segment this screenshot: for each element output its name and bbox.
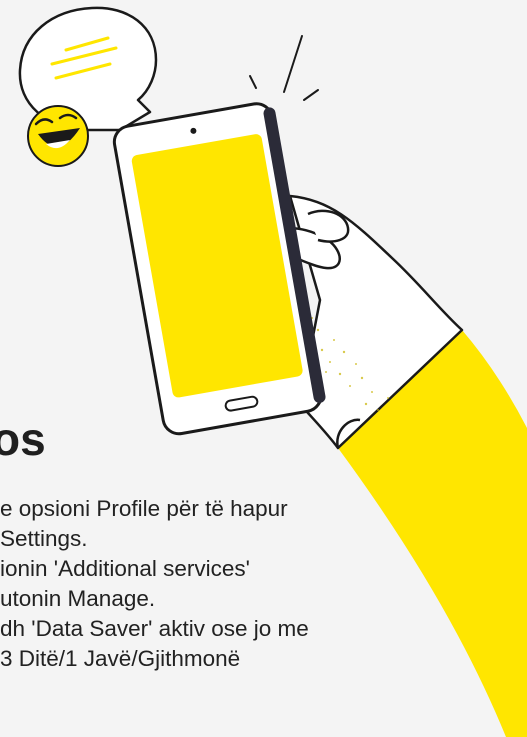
- instruction-list: e opsioni Profile për të hapur Settings.…: [0, 494, 420, 674]
- instruction-line: 3 Ditë/1 Javë/Gjithmonë: [0, 646, 241, 671]
- phone-icon: [112, 102, 326, 436]
- app-promo-screen: os e opsioni Profile për të hapur Settin…: [0, 0, 527, 737]
- instruction-line: utonin Manage.: [0, 586, 156, 611]
- excitement-lines: [249, 35, 319, 101]
- instruction-line: ionin 'Additional services': [0, 556, 250, 581]
- instruction-line: Settings.: [0, 526, 88, 551]
- laughing-emoji-icon: [27, 105, 89, 167]
- page-title: os: [0, 413, 46, 465]
- instruction-line: e opsioni Profile për të hapur: [0, 496, 288, 521]
- instruction-line: dh 'Data Saver' aktiv ose jo me: [0, 616, 309, 641]
